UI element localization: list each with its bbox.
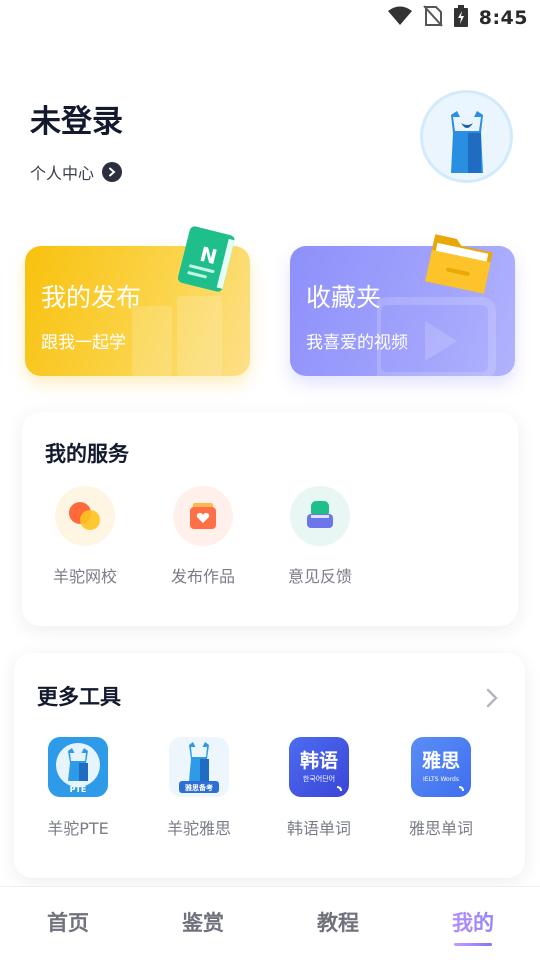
avatar[interactable] [420,90,513,183]
tool-alpaca-pte[interactable]: PTE 羊驼PTE [23,737,133,839]
service-school[interactable]: 羊驼网校 [40,486,130,587]
tool-alpaca-pte-label: 羊驼PTE [47,819,109,838]
wifi-icon [387,6,413,30]
status-bar: 8:45 [0,0,540,36]
service-publish-work[interactable]: 发布作品 [158,486,248,587]
alpaca-ielts-icon: 雅思备考 [169,737,229,797]
service-feedback[interactable]: 意见反馈 [275,486,365,587]
school-icon [55,486,115,546]
personal-center-link[interactable]: 个人中心 [30,160,123,184]
feedback-icon [290,486,350,546]
my-services-panel: 我的服务 羊驼网校 发布作品 意见反馈 [22,412,518,626]
more-tools-title: 更多工具 [37,685,121,709]
korean-icon-sub: 한국어단어 [303,774,335,783]
tool-alpaca-ielts[interactable]: 雅思备考 羊驼雅思 [144,737,254,839]
alpaca-avatar-icon [423,93,510,180]
login-status[interactable]: 未登录 [30,96,123,141]
profile-header: 未登录 个人中心 [30,96,123,183]
ielts-icon-main: 雅思 [422,750,460,772]
tool-ielts-words[interactable]: 雅思 IELTS Words 雅思单词 [386,737,496,839]
my-publish-card[interactable]: 我的发布 跟我一起学 N [25,226,250,376]
bottom-nav: 首页 鉴赏 教程 我的 [0,886,540,960]
folder-icon [424,226,496,302]
my-services-title: 我的服务 [45,442,129,466]
battery-charging-icon [453,5,469,31]
favorites-subtitle: 我喜爱的视频 [306,333,408,353]
my-publish-title: 我的发布 [41,283,142,312]
status-icons: 8:45 [387,5,528,31]
service-feedback-label: 意见反馈 [287,567,352,586]
tool-ielts-words-label: 雅思单词 [408,819,473,838]
service-publish-work-label: 发布作品 [170,567,235,586]
more-tools-panel: 更多工具 PTE 羊驼PTE 雅思备考 羊驼雅思 韩语 한국어단어 韩语单词 雅… [14,653,525,878]
personal-center-label: 个人中心 [30,164,95,183]
notebook-icon: N [171,224,241,300]
tool-korean-words-label: 韩语单词 [286,819,351,838]
my-publish-subtitle: 跟我一起学 [41,333,126,353]
ielts-words-icon: 雅思 IELTS Words [411,737,471,797]
tool-alpaca-ielts-label: 羊驼雅思 [166,819,231,838]
service-school-label: 羊驼网校 [52,567,117,586]
nav-tutorials[interactable]: 教程 [288,907,388,937]
ielts-prep-badge: 雅思备考 [184,783,213,792]
publish-work-icon [173,486,233,546]
ielts-icon-sub: IELTS Words [423,776,459,783]
chevron-right-icon [102,162,123,182]
korean-icon-main: 韩语 [300,749,338,772]
chevron-right-icon[interactable] [485,687,499,713]
alpaca-pte-icon: PTE [48,737,108,797]
favorites-title: 收藏夹 [306,283,382,312]
nav-appreciate[interactable]: 鉴赏 [153,907,253,937]
nav-active-indicator [454,943,492,946]
pte-badge: PTE [70,785,87,794]
no-sim-icon [422,5,443,31]
nav-home[interactable]: 首页 [18,907,118,937]
korean-words-icon: 韩语 한국어단어 [289,737,349,797]
nav-mine[interactable]: 我的 [423,907,523,937]
favorites-card[interactable]: 收藏夹 我喜爱的视频 [290,234,515,376]
tool-korean-words[interactable]: 韩语 한국어단어 韩语单词 [264,737,374,839]
status-time: 8:45 [478,7,528,29]
